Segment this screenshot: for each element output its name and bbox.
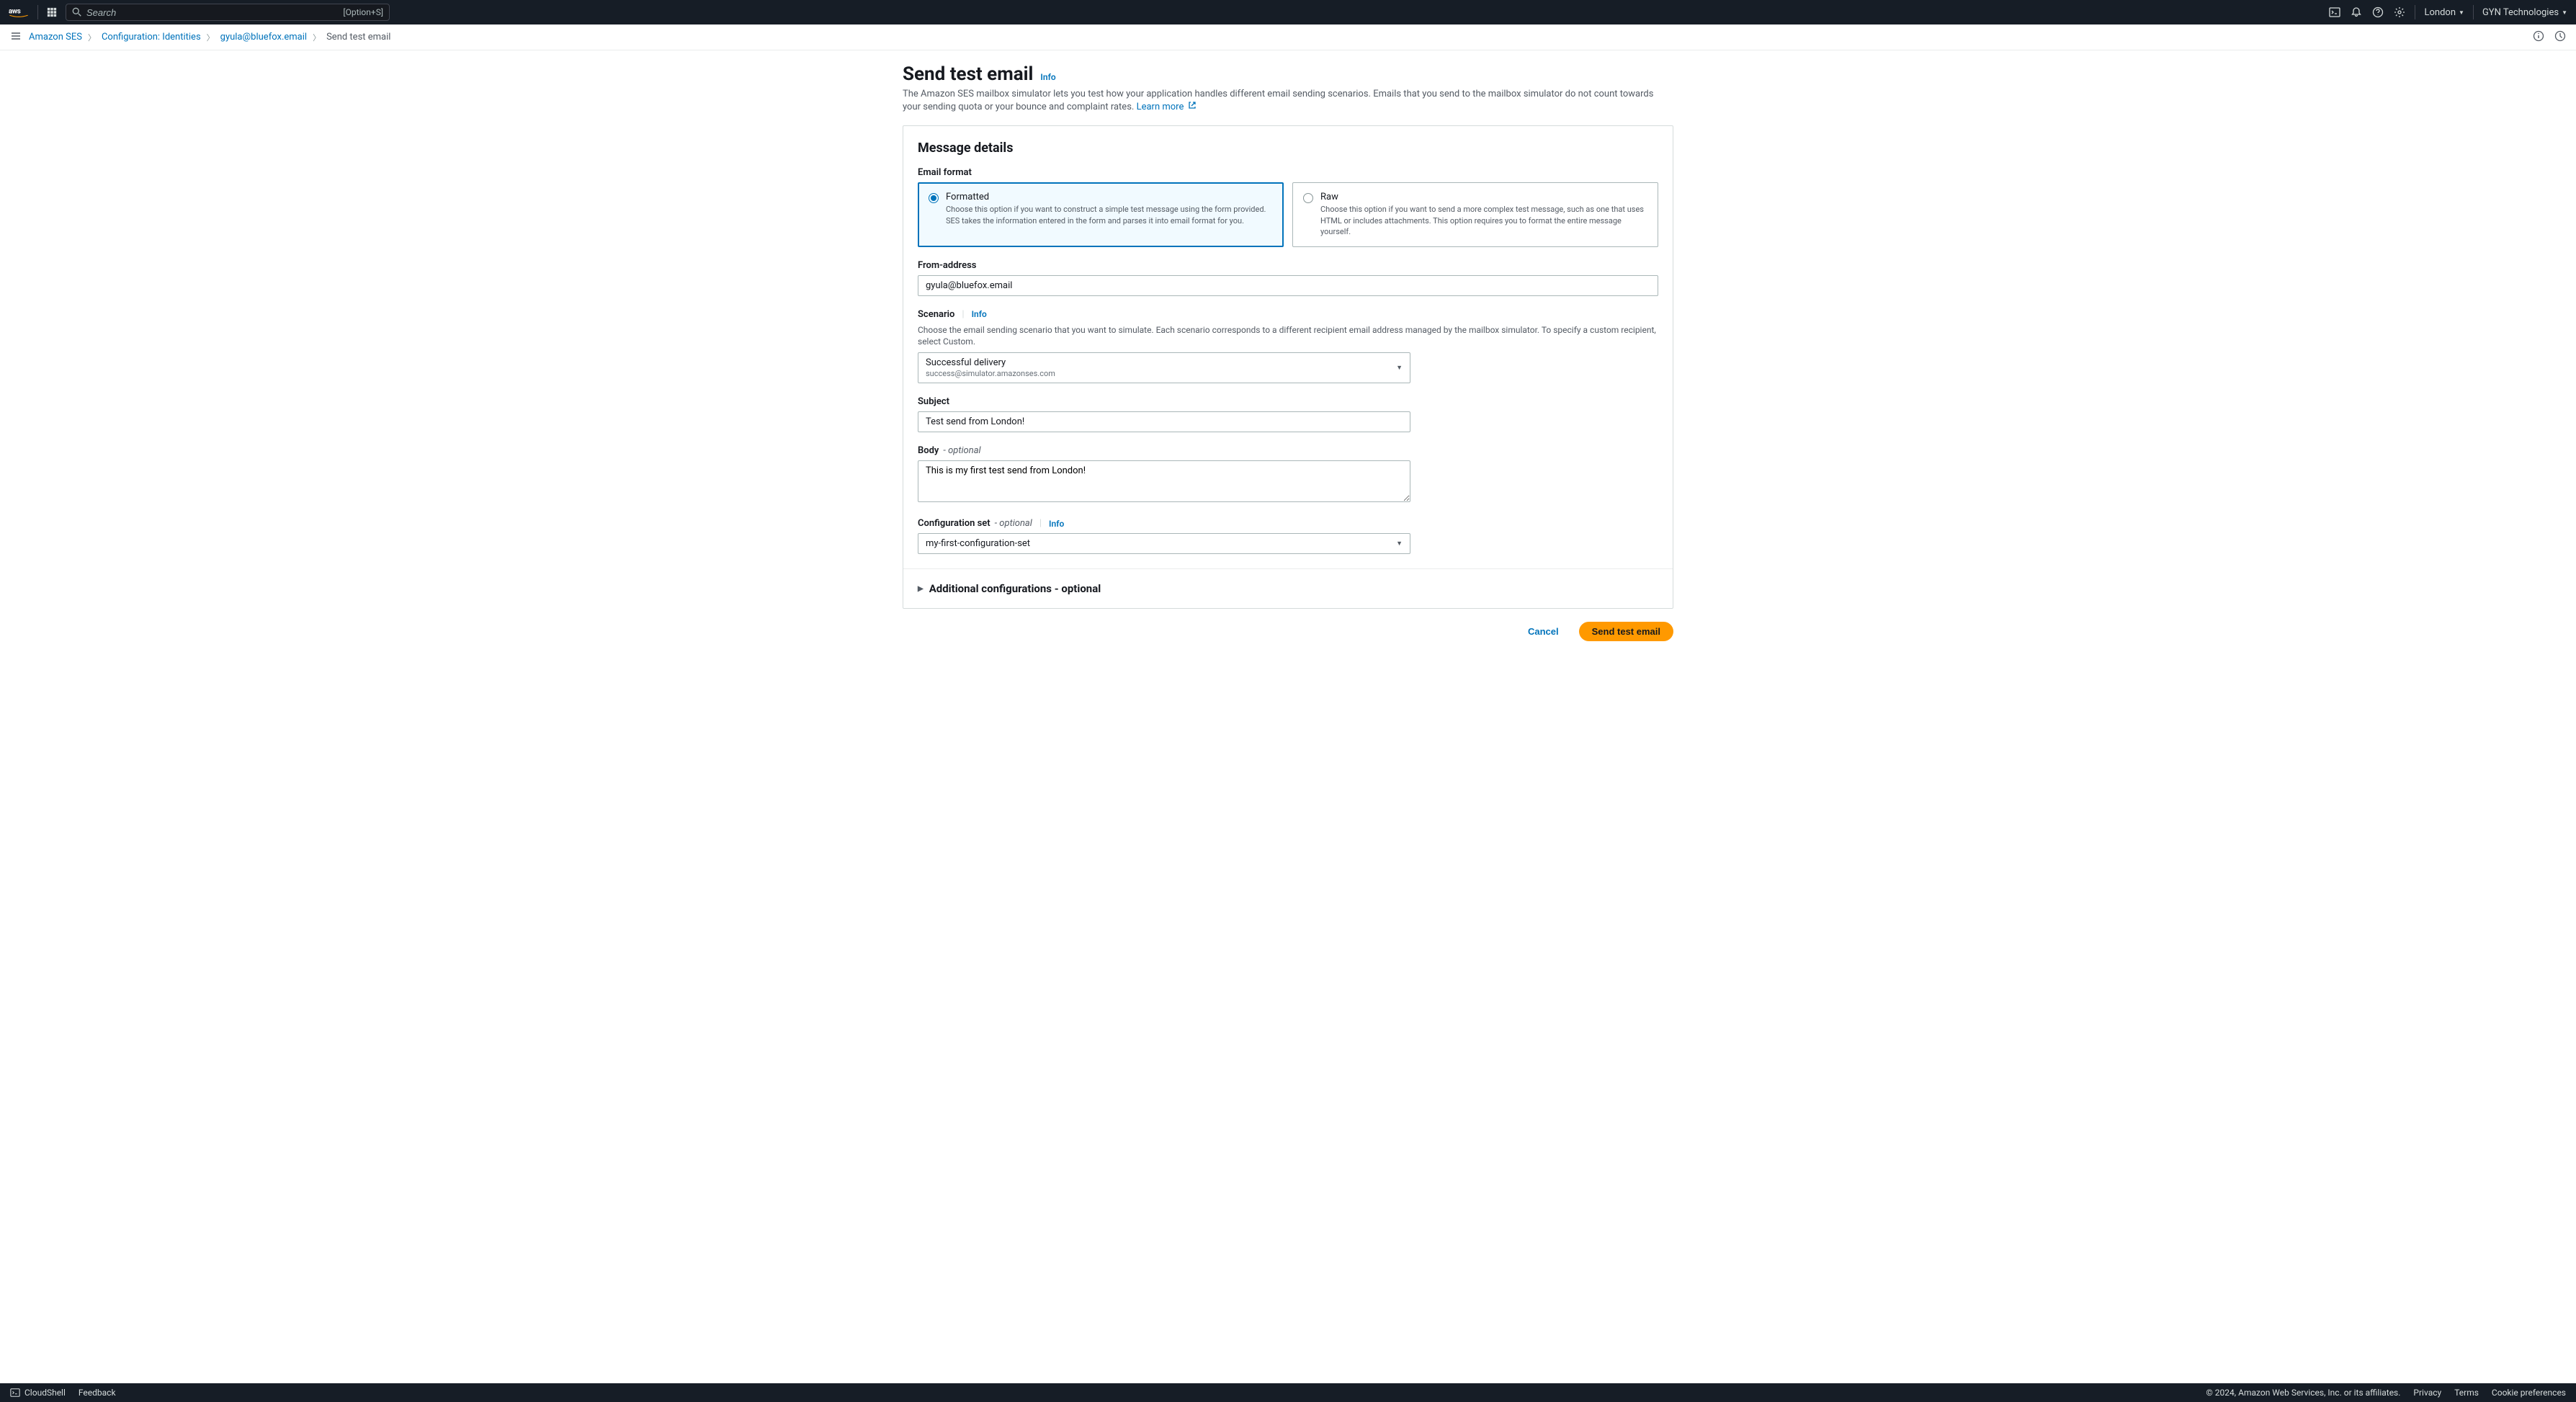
radio-icon: [929, 193, 939, 203]
send-test-email-button[interactable]: Send test email: [1579, 622, 1673, 641]
privacy-link[interactable]: Privacy: [2413, 1388, 2441, 1398]
radio-raw[interactable]: Raw Choose this option if you want to se…: [1292, 182, 1658, 246]
aws-logo[interactable]: aws: [9, 6, 29, 19]
from-address-input[interactable]: [918, 275, 1658, 296]
caret-right-icon: ▶: [918, 585, 923, 593]
body-field: Body - optional: [918, 445, 1658, 505]
nav-divider: [37, 5, 38, 19]
radio-formatted-title: Formatted: [946, 192, 1273, 202]
breadcrumb-link-identity[interactable]: gyula@bluefox.email: [220, 32, 307, 43]
search-shortcut: [Option+S]: [343, 7, 383, 17]
cloudshell-icon: [10, 1388, 20, 1398]
breadcrumb: Amazon SES 〉 Configuration: Identities 〉…: [29, 32, 2526, 43]
breadcrumb-link-identities[interactable]: Configuration: Identities: [102, 32, 201, 43]
cookies-link[interactable]: Cookie preferences: [2492, 1388, 2566, 1398]
cloudshell-button[interactable]: CloudShell: [10, 1388, 66, 1398]
main-content: Send test email Info The Amazon SES mail…: [903, 50, 1673, 658]
top-nav: aws [Option+S] London ▼ GYN Technologies…: [0, 0, 2576, 24]
scenario-desc: Choose the email sending scenario that y…: [918, 324, 1658, 349]
scenario-value: Successful delivery: [926, 357, 1055, 368]
config-set-field: Configuration set - optional | Info my-f…: [918, 518, 1658, 554]
body-textarea[interactable]: [918, 460, 1410, 502]
sidebar-toggle-icon[interactable]: [10, 30, 22, 45]
svg-text:aws: aws: [9, 7, 21, 15]
config-set-info-link[interactable]: Info: [1049, 519, 1064, 529]
radio-formatted-desc: Choose this option if you want to constr…: [946, 204, 1273, 226]
config-set-label: Configuration set - optional | Info: [918, 518, 1658, 529]
account-selector[interactable]: GYN Technologies ▼: [2482, 7, 2567, 18]
scenario-subvalue: success@simulator.amazonses.com: [926, 369, 1055, 378]
body-label: Body - optional: [918, 445, 1658, 456]
config-set-select[interactable]: my-first-configuration-set ▼: [918, 533, 1410, 554]
caret-down-icon: ▼: [1396, 364, 1403, 372]
from-address-label: From-address: [918, 260, 1658, 271]
page-description: The Amazon SES mailbox simulator lets yo…: [903, 88, 1673, 114]
cloudshell-icon[interactable]: [2328, 6, 2341, 19]
learn-more-link[interactable]: Learn more: [1137, 102, 1197, 112]
panel-title: Message details: [918, 140, 1658, 156]
scenario-info-link[interactable]: Info: [972, 309, 987, 319]
chevron-right-icon: 〉: [313, 32, 321, 43]
info-panel-icon[interactable]: [2533, 30, 2544, 45]
scenario-select[interactable]: Successful delivery success@simulator.am…: [918, 352, 1410, 383]
email-format-label: Email format: [918, 167, 1658, 178]
breadcrumb-link-ses[interactable]: Amazon SES: [29, 32, 82, 43]
feedback-link[interactable]: Feedback: [79, 1388, 116, 1398]
caret-down-icon: ▼: [2562, 9, 2567, 16]
bottom-bar: CloudShell Feedback © 2024, Amazon Web S…: [0, 1383, 2576, 1402]
region-selector[interactable]: London ▼: [2424, 7, 2464, 18]
notifications-icon[interactable]: [2350, 6, 2363, 19]
chevron-right-icon: 〉: [88, 32, 96, 43]
page-info-link[interactable]: Info: [1040, 72, 1055, 82]
external-link-icon: [1188, 101, 1197, 110]
form-actions: Cancel Send test email: [903, 622, 1673, 641]
terms-link[interactable]: Terms: [2454, 1388, 2479, 1398]
from-address-field: From-address: [918, 260, 1658, 296]
scenario-field: Scenario | Info Choose the email sending…: [918, 309, 1658, 384]
search-input[interactable]: [86, 7, 343, 18]
breadcrumb-bar: Amazon SES 〉 Configuration: Identities 〉…: [0, 24, 2576, 50]
radio-formatted[interactable]: Formatted Choose this option if you want…: [918, 182, 1284, 246]
subject-label: Subject: [918, 396, 1658, 407]
search-icon: [72, 7, 82, 17]
email-format-field: Email format Formatted Choose this optio…: [918, 167, 1658, 246]
global-search[interactable]: [Option+S]: [66, 4, 390, 21]
settings-icon[interactable]: [2393, 6, 2406, 19]
services-menu-icon[interactable]: [47, 7, 57, 17]
caret-down-icon: ▼: [2459, 9, 2464, 16]
radio-raw-title: Raw: [1320, 192, 1647, 202]
page-title: Send test email: [903, 63, 1033, 85]
cancel-button[interactable]: Cancel: [1515, 622, 1572, 641]
chevron-right-icon: 〉: [207, 32, 215, 43]
breadcrumb-current: Send test email: [326, 32, 390, 43]
help-icon[interactable]: [2371, 6, 2384, 19]
radio-icon: [1303, 193, 1313, 203]
additional-config-toggle[interactable]: ▶ Additional configurations - optional: [903, 569, 1673, 608]
copyright-text: © 2024, Amazon Web Services, Inc. or its…: [2206, 1388, 2400, 1398]
subject-field: Subject: [918, 396, 1658, 432]
subject-input[interactable]: [918, 411, 1410, 432]
message-details-panel: Message details Email format Formatted C…: [903, 125, 1673, 609]
config-set-value: my-first-configuration-set: [926, 538, 1030, 549]
nav-divider: [2473, 5, 2474, 19]
scenario-label: Scenario | Info: [918, 309, 1658, 320]
radio-raw-desc: Choose this option if you want to send a…: [1320, 204, 1647, 237]
diagnostics-icon[interactable]: [2554, 30, 2566, 45]
caret-down-icon: ▼: [1396, 540, 1403, 548]
page-header: Send test email Info The Amazon SES mail…: [903, 63, 1673, 114]
